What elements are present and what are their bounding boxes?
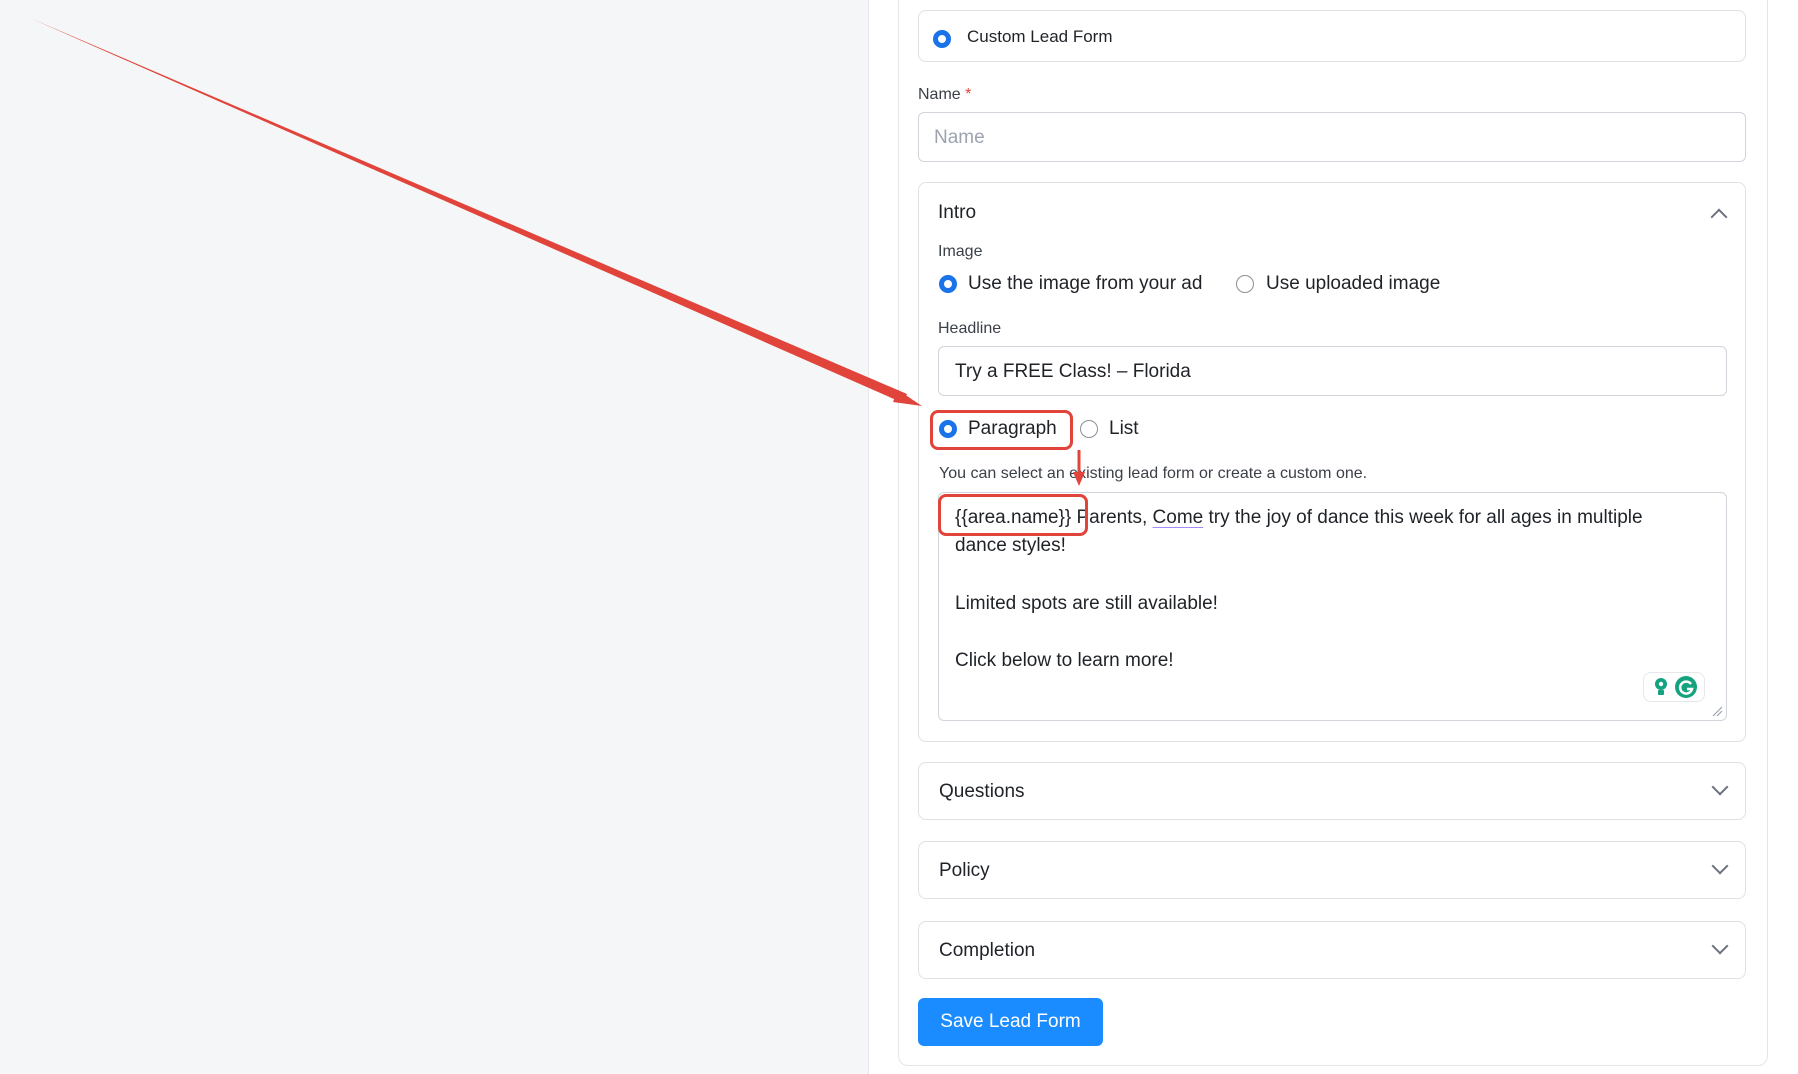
paragraph-helper-text: You can select an existing lead form or … (939, 465, 1368, 482)
uploaded-image-radio[interactable] (1236, 275, 1254, 293)
list-radio[interactable] (1080, 420, 1098, 438)
custom-lead-form-label: Custom Lead Form (967, 27, 1113, 46)
grammarly-icons (1655, 676, 1697, 698)
questions-title: Questions (939, 781, 1025, 802)
lightbulb-icon[interactable] (1655, 678, 1667, 695)
save-lead-form-button[interactable]: Save Lead Form (918, 998, 1103, 1046)
left-blank-area (0, 0, 868, 1074)
headline-input[interactable]: Try a FREE Class! – Florida (938, 346, 1727, 396)
completion-section[interactable]: Completion (918, 921, 1746, 979)
token-highlight-box (938, 494, 1088, 536)
paragraph-line-4: Click below to learn more! (955, 650, 1174, 671)
paragraph-highlight-box (930, 410, 1073, 450)
headline-label: Headline (938, 320, 1002, 337)
image-from-ad-radio[interactable] (939, 275, 957, 293)
grammarly-icon[interactable] (1675, 676, 1697, 698)
questions-section[interactable]: Questions (918, 762, 1746, 820)
name-label: Name * (918, 86, 972, 103)
name-input[interactable]: Name (918, 112, 1746, 162)
image-from-ad-label[interactable]: Use the image from your ad (968, 273, 1202, 295)
chevron-down-icon[interactable] (1711, 937, 1729, 955)
intro-title: Intro (938, 202, 977, 223)
paragraph-line-2: dance styles! (955, 535, 1066, 556)
headline-value: Try a FREE Class! – Florida (955, 361, 1191, 382)
name-placeholder: Name (934, 127, 985, 148)
spelling-underline-word[interactable]: Come (1153, 507, 1204, 528)
paragraph-line-3: Limited spots are still available! (955, 593, 1218, 614)
required-marker: * (965, 86, 972, 103)
list-label[interactable]: List (1109, 418, 1139, 440)
resize-handle-icon[interactable] (1711, 705, 1723, 717)
image-label: Image (938, 243, 983, 260)
custom-lead-form-radio[interactable] (933, 30, 951, 48)
chevron-down-icon[interactable] (1711, 857, 1729, 875)
completion-title: Completion (939, 940, 1036, 961)
grammarly-widget[interactable] (1643, 672, 1705, 702)
chevron-down-icon[interactable] (1711, 778, 1729, 796)
custom-lead-form-option[interactable]: Custom Lead Form (918, 10, 1746, 62)
policy-title: Policy (939, 860, 990, 881)
policy-section[interactable]: Policy (918, 841, 1746, 899)
uploaded-image-label[interactable]: Use uploaded image (1266, 273, 1440, 295)
